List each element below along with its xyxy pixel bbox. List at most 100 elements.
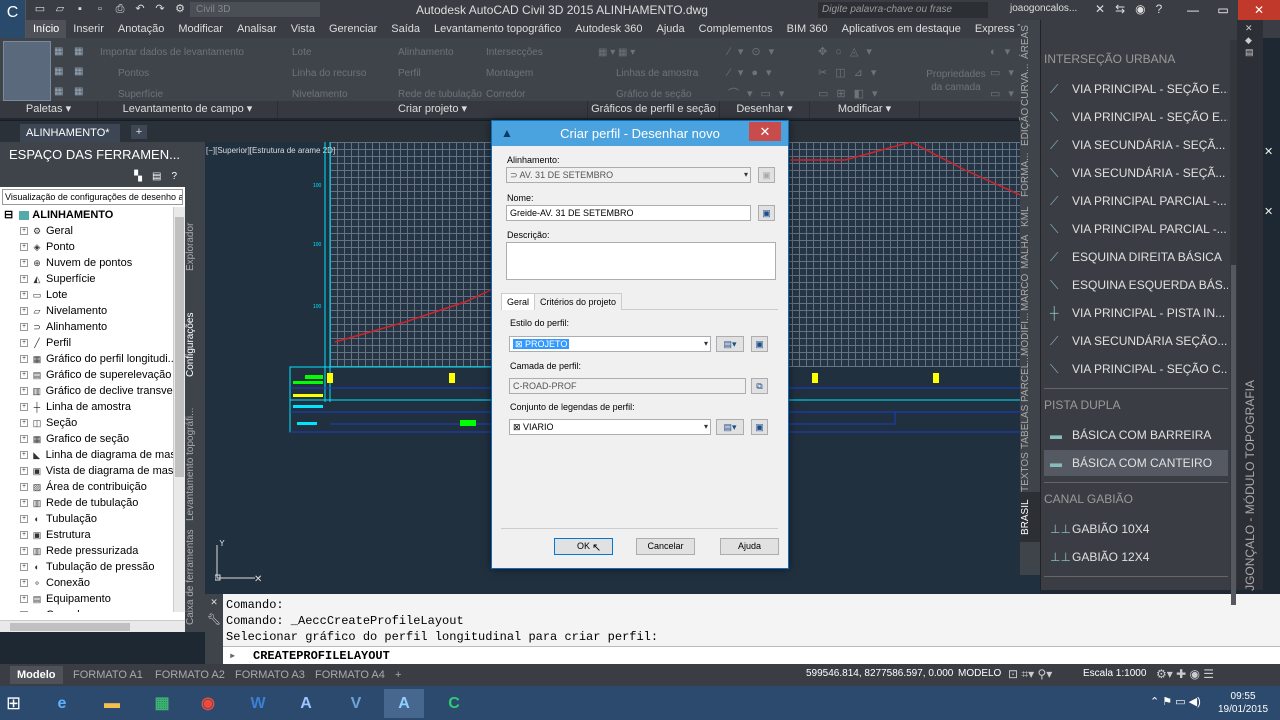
palette-tab[interactable]: MALHA [1020, 232, 1040, 272]
menu-tab[interactable]: Anotação [111, 20, 171, 38]
palette-tool[interactable]: ⟋ VIA PRINCIPAL - SEÇÃO E... [1044, 76, 1228, 102]
properties-icon[interactable]: ▤ [1245, 46, 1254, 58]
expand-icon[interactable]: + [20, 547, 28, 555]
layout-tab[interactable]: FORMATO A2 [148, 666, 232, 684]
tab-general[interactable]: Geral [501, 293, 536, 311]
palette-tool[interactable]: ⟍ VIA PRINCIPAL PARCIAL -... [1044, 216, 1228, 242]
tree-item[interactable]: + ▱ Nivelamento [0, 303, 185, 319]
autocad-icon[interactable]: A [286, 689, 326, 718]
excel-icon[interactable]: ▦ [142, 689, 182, 718]
file-explorer-icon[interactable]: ▬ [92, 689, 132, 718]
user-icon[interactable]: ◉ [1135, 2, 1145, 16]
expand-icon[interactable]: + [20, 531, 28, 539]
palette-tool[interactable]: ⟍ ESQUINA ESQUERDA BÁS... [1044, 272, 1228, 298]
vba-icon[interactable]: V [336, 689, 376, 718]
help-button[interactable]: Ajuda [720, 538, 779, 555]
palette-tab[interactable]: CURVA... [1020, 62, 1040, 107]
palette-small-icons[interactable]: ▦ ▦ ▦ [54, 42, 70, 102]
scroll-thumb[interactable] [175, 217, 184, 477]
menu-tab[interactable]: Aplicativos em destaque [835, 20, 968, 38]
add-layout-button[interactable]: + [388, 666, 408, 684]
coordinates-readout[interactable]: 599546.814, 8277586.597, 0.000 [806, 668, 953, 679]
camtasia-icon[interactable]: C [434, 689, 474, 718]
palette-tool[interactable]: ⟋ ESQUINA DIREITA BÁSICA [1044, 244, 1228, 270]
expand-icon[interactable]: + [20, 339, 28, 347]
layer-button[interactable]: ⧉ [751, 378, 768, 394]
tree-item[interactable]: + ⚙ Geral [0, 223, 185, 239]
palette-tab[interactable]: BRASIL [1020, 492, 1040, 542]
dialog-close-button[interactable]: ✕ [749, 122, 781, 141]
profile-view-row[interactable]: ▦ ▾ ▦ ▾ [598, 42, 698, 63]
style-pick-button[interactable]: ▣ [751, 336, 768, 352]
tab-explorer[interactable]: Explorador [185, 202, 205, 292]
save-icon[interactable]: ▪ [72, 2, 88, 17]
ie-icon[interactable]: e [42, 689, 82, 718]
tree-item[interactable]: + ▨ Área de contribuição [0, 479, 185, 495]
pick-alignment-button[interactable]: ▣ [758, 167, 775, 183]
dialog-title-bar[interactable]: ▲ Criar perfil - Desenhar novo ✕ [492, 121, 788, 146]
expand-icon[interactable]: + [20, 611, 28, 612]
tree-item[interactable]: + ╱ Perfil [0, 335, 185, 351]
tree-item[interactable]: + ◐ Tubulação de pressão [0, 559, 185, 575]
print-icon[interactable]: ⎙ [112, 2, 128, 17]
tree-item[interactable]: + ▤ Equipamento [0, 591, 185, 607]
tree-vertical-scrollbar[interactable] [173, 207, 185, 612]
palette-tab[interactable]: MARCO [1020, 272, 1040, 312]
gear-icon[interactable]: ⚙ [172, 2, 188, 17]
layout-tab[interactable]: FORMATO A4 [308, 666, 392, 684]
tree-item[interactable]: + ◣ Linha de diagrama de mas... [0, 447, 185, 463]
toolspace-view-icon[interactable]: ▚ [134, 167, 142, 187]
layout-tab[interactable]: FORMATO A1 [66, 666, 150, 684]
tree-item[interactable]: + ▦ Gráfico do perfil longitudi... [0, 351, 185, 367]
label-set-pick-button[interactable]: ▣ [751, 419, 768, 435]
document-tab[interactable]: ALINHAMENTO* [20, 124, 120, 142]
exchange-icon[interactable]: ⇆ [1115, 2, 1125, 16]
label-set-select[interactable]: ⊠ VIARIO ▾ [509, 419, 711, 435]
expand-icon[interactable]: + [20, 371, 28, 379]
menu-tab[interactable]: Autodesk 360 [568, 20, 649, 38]
new-tab-button[interactable]: + [131, 125, 147, 139]
windows-start-icon[interactable]: ⊞ [6, 692, 28, 714]
style-edit-button[interactable]: ▤▾ [716, 336, 744, 352]
tree-item[interactable]: + ┼ Linha de amostra [0, 399, 185, 415]
chrome-icon[interactable]: ◉ [188, 689, 228, 718]
tree-item[interactable]: + ▭ Lote [0, 287, 185, 303]
layout-tab[interactable]: Modelo [10, 666, 63, 684]
clock[interactable]: 09:55 19/01/2015 [1218, 690, 1268, 716]
scroll-thumb[interactable] [1231, 265, 1236, 605]
palette-tab[interactable]: MODIFI... [1020, 312, 1040, 357]
toolspace-view-select[interactable]: Visualização de configurações de desenho… [2, 189, 183, 205]
search-input[interactable]: Digite palavra-chave ou frase [818, 2, 988, 18]
tree-item[interactable]: + ◐ Tubulação [0, 511, 185, 527]
palette-tab[interactable]: PARCEL... [1020, 354, 1040, 402]
menu-tab[interactable]: Inserir [66, 20, 111, 38]
palette-small-icons-2[interactable]: ▦ ▦ ▦ [74, 42, 90, 102]
command-prompt-icon[interactable]: ▸ [229, 647, 236, 665]
tree-horizontal-scrollbar[interactable] [0, 620, 185, 632]
expand-icon[interactable]: + [20, 499, 28, 507]
close-icon[interactable]: ✕ [1264, 205, 1273, 218]
close-button[interactable]: ✕ [1238, 0, 1280, 20]
panel-profile-section-views[interactable]: Gráficos de perfil e seção [588, 101, 720, 118]
civil3d-taskbar-icon[interactable]: A [384, 689, 424, 718]
close-x-icon[interactable]: ✕ [1095, 2, 1105, 16]
expand-icon[interactable]: + [20, 451, 28, 459]
palette-tool[interactable]: ⟋ VIA PRINCIPAL PARCIAL -... [1044, 188, 1228, 214]
palette-tool[interactable]: ⊥⊥ GABIÃO 10X4 [1044, 516, 1228, 542]
menu-tab[interactable]: Ajuda [650, 20, 692, 38]
expand-icon[interactable]: + [20, 387, 28, 395]
draw-panel-icons[interactable]: ⁄▾⊙▾ ⁄▾●▾ ⌒▾▭▾ [728, 42, 792, 105]
palette-tool[interactable]: ⟋ VIA SECUNDÁRIA SEÇÃO... [1044, 328, 1228, 354]
profile-style-select[interactable]: ⊠ PROJETO ▾ [509, 336, 711, 352]
description-field[interactable] [506, 242, 776, 280]
close-icon[interactable]: ✕ [205, 594, 223, 612]
palette-tool[interactable]: ⟍ VIA SECUNDÁRIA - SEÇÃ... [1044, 160, 1228, 186]
points-button[interactable]: Pontos [100, 63, 244, 84]
parcel-button[interactable]: Lote [282, 42, 367, 63]
saveas-icon[interactable]: ▫ [92, 2, 108, 17]
expand-icon[interactable]: + [20, 595, 28, 603]
undo-icon[interactable]: ↶ [132, 2, 148, 17]
menu-tab[interactable]: Modificar [171, 20, 230, 38]
layout-tab[interactable]: FORMATO A3 [228, 666, 312, 684]
expand-icon[interactable]: + [20, 355, 28, 363]
